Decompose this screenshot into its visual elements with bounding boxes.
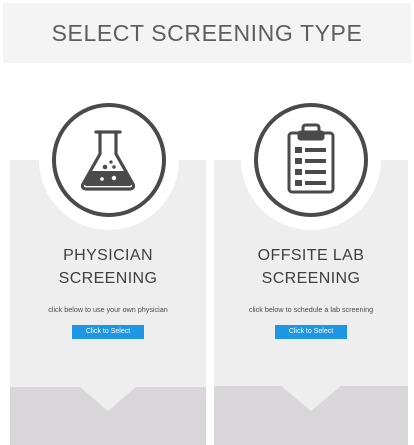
physician-select-button[interactable]: Click to Select	[72, 325, 144, 339]
page-title: SELECT SCREENING TYPE	[51, 19, 363, 46]
offsite-lab-icon-badge	[241, 90, 381, 230]
card-title-line2: SCREENING	[58, 270, 158, 287]
icon-ring	[52, 103, 166, 217]
icon-ring	[254, 103, 368, 217]
card-title-line1: PHYSICIAN	[63, 247, 153, 264]
clipboard-icon	[287, 123, 335, 194]
physician-icon-badge	[39, 90, 179, 230]
card-title: OFFSITE LAB SCREENING	[214, 244, 408, 290]
screening-type-page: SELECT SCREENING TYPE PHYSICIAN SCREENIN…	[0, 0, 414, 445]
card-notch	[10, 385, 206, 411]
card-title-line2: SCREENING	[261, 270, 361, 287]
card-description: click below to use your own physician	[48, 305, 168, 314]
card-notch	[280, 385, 342, 411]
card-description: click below to schedule a lab screening	[248, 305, 374, 314]
card-title-line1: OFFSITE LAB	[257, 247, 365, 264]
flask-icon	[80, 130, 136, 191]
offsite-lab-select-button[interactable]: Click to Select	[275, 325, 347, 339]
page-header: SELECT SCREENING TYPE	[3, 3, 411, 63]
card-title: PHYSICIAN SCREENING	[10, 244, 206, 290]
